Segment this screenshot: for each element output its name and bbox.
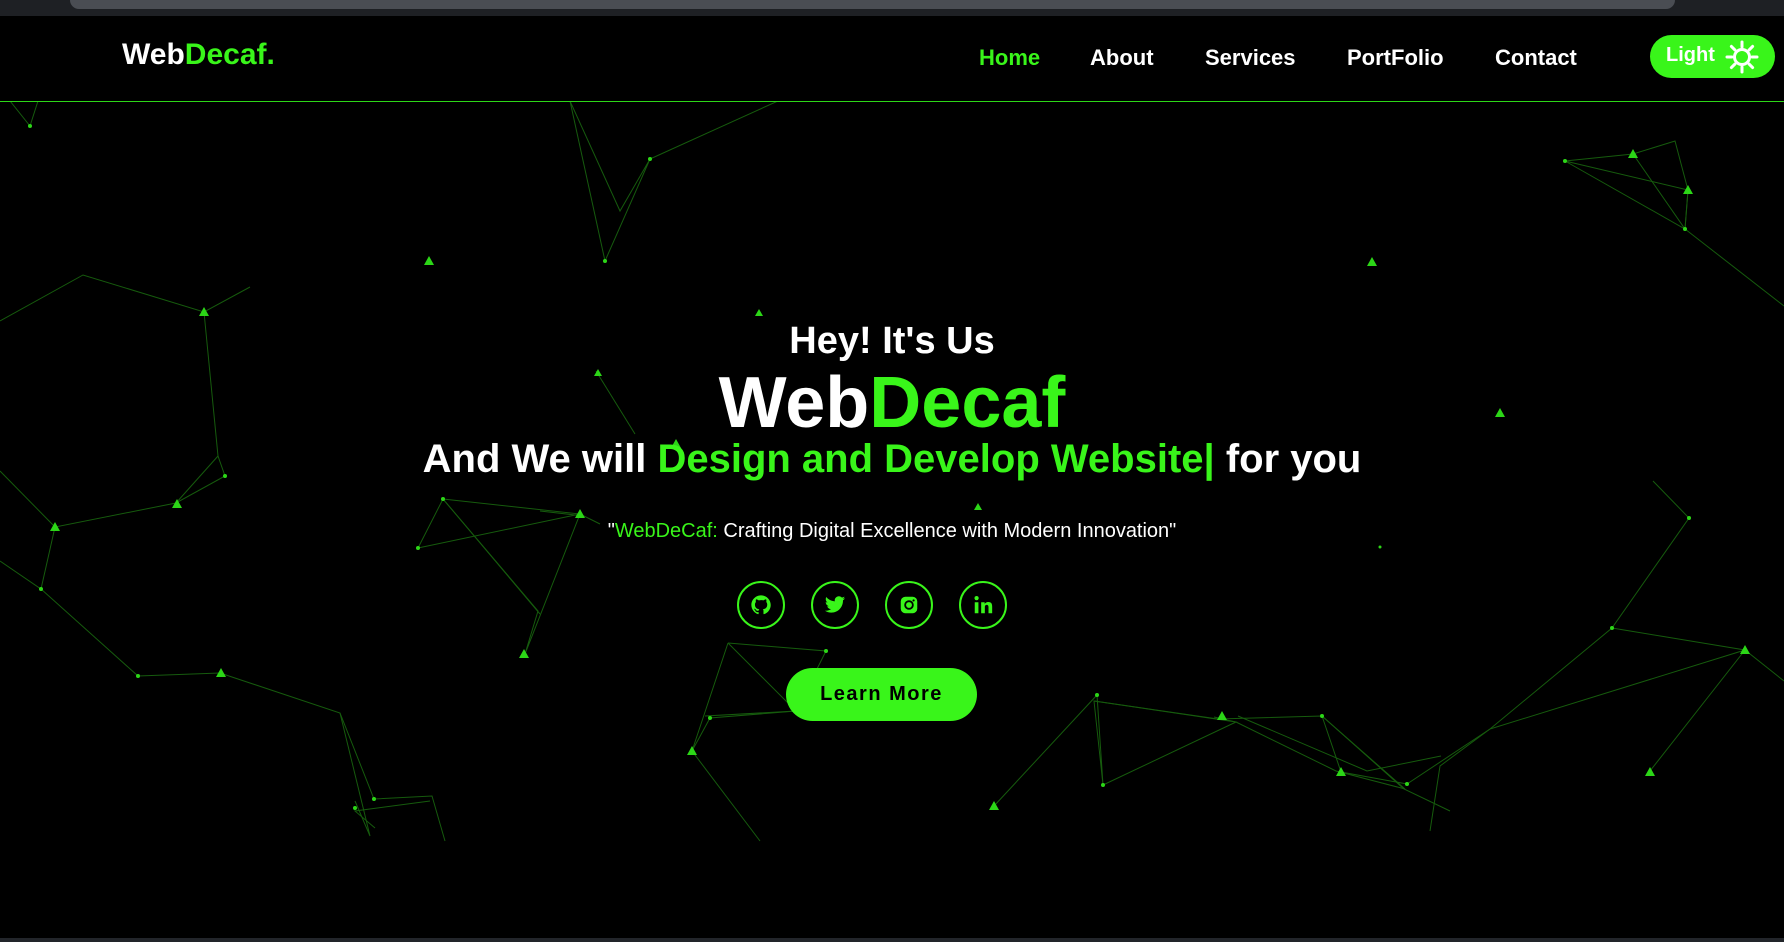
nav-link-home[interactable]: Home [979, 45, 1040, 71]
linkedin-link[interactable] [959, 581, 1007, 629]
sun-icon [1725, 40, 1759, 74]
tagline-suffix: for you [1214, 437, 1362, 481]
tagline-prefix: And We will [422, 437, 658, 481]
hero-brand-accent: Decaf [869, 363, 1066, 443]
nav-links: Home About Services PortFolio Contact [0, 45, 1784, 75]
social-links [0, 581, 1784, 633]
hero-tagline: And We will Design and Develop Website| … [0, 437, 1784, 482]
hero-section: Hey! It's Us WebDecaf And We will Design… [0, 101, 1784, 938]
top-navbar: WebDecaf. Home About Services PortFolio … [0, 16, 1784, 102]
tagline-typed-text: Design and Develop Website| [657, 437, 1215, 481]
horizontal-scrollbar[interactable] [70, 0, 1675, 9]
browser-scroll-strip [0, 0, 1784, 16]
nav-link-about[interactable]: About [1090, 45, 1154, 71]
twitter-link[interactable] [811, 581, 859, 629]
nav-link-contact[interactable]: Contact [1495, 45, 1577, 71]
quote-open: " [607, 520, 615, 542]
instagram-link[interactable] [885, 581, 933, 629]
hero-greeting: Hey! It's Us [789, 320, 995, 362]
nav-link-services[interactable]: Services [1205, 45, 1296, 71]
theme-toggle-label: Light [1666, 44, 1715, 66]
nav-link-portfolio[interactable]: PortFolio [1347, 45, 1444, 71]
hero-brand-title: WebDecaf [0, 363, 1784, 443]
learn-more-button[interactable]: Learn More [786, 668, 977, 721]
hero-brand-primary: Web [718, 363, 870, 443]
github-icon [751, 595, 771, 615]
theme-toggle-button[interactable]: Light [1650, 35, 1775, 78]
quote-text: Crafting Digital Excellence with Modern … [717, 520, 1177, 542]
bottom-scroll-strip [0, 938, 1784, 942]
hero-quote: "WebDeCaf: Crafting Digital Excellence w… [0, 520, 1784, 543]
twitter-icon [824, 596, 846, 613]
linkedin-icon [974, 596, 993, 614]
github-link[interactable] [737, 581, 785, 629]
instagram-icon [900, 596, 918, 614]
quote-brand: WebDeCaf: [614, 520, 718, 542]
